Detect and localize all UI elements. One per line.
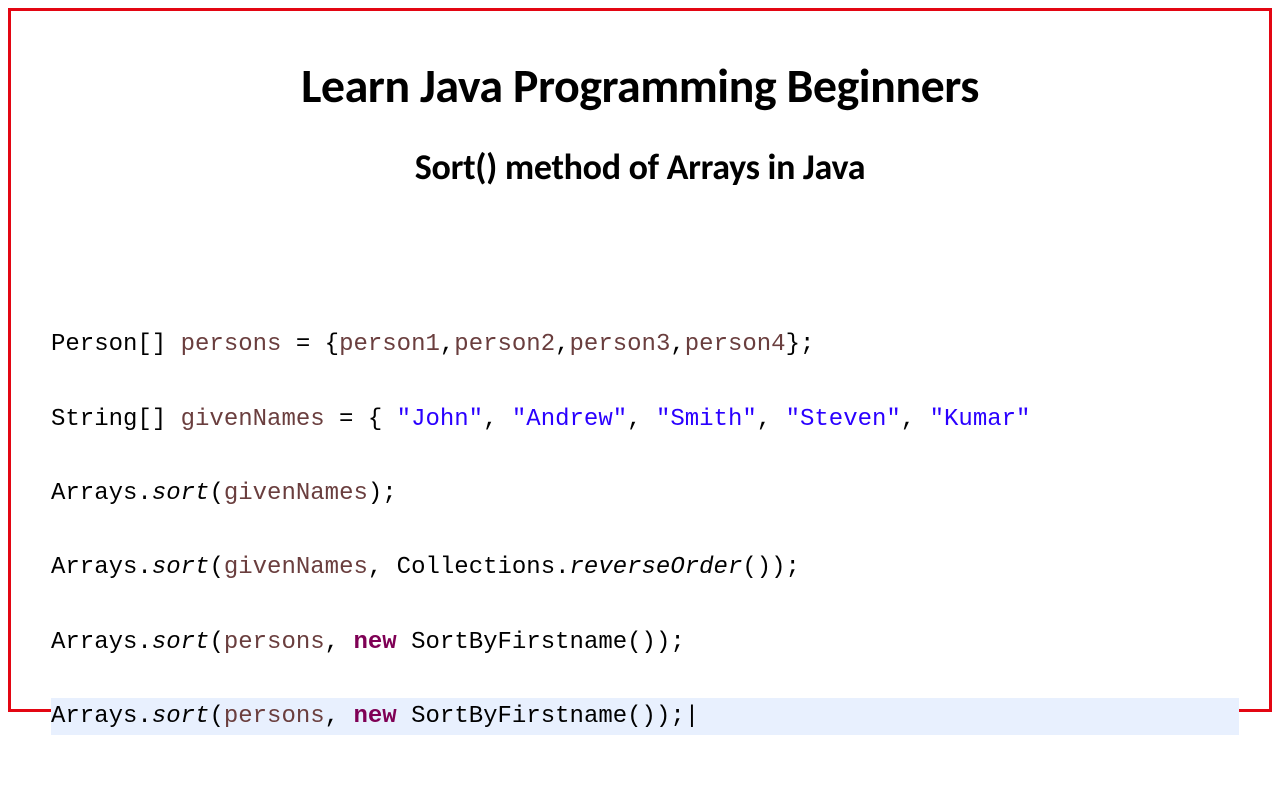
code-block: Person[] persons = {person1,person2,pers… [41,289,1239,810]
page-title: Learn Java Programming Beginners [41,56,1239,115]
code-line-4: Arrays.sort(givenNames, Collections.reve… [51,549,1239,586]
code-line-1: Person[] persons = {person1,person2,pers… [51,326,1239,363]
code-line-6: Arrays.sort(persons, new SortByFirstname… [51,698,1239,735]
code-line-5: Arrays.sort(persons, new SortByFirstname… [51,624,1239,661]
page-subtitle: Sort() method of Arrays in Java [41,145,1239,189]
slide-frame: Learn Java Programming Beginners Sort() … [8,8,1272,712]
code-line-3: Arrays.sort(givenNames); [51,475,1239,512]
code-line-2: String[] givenNames = { "John", "Andrew"… [51,401,1239,438]
text-cursor: | [685,703,699,730]
